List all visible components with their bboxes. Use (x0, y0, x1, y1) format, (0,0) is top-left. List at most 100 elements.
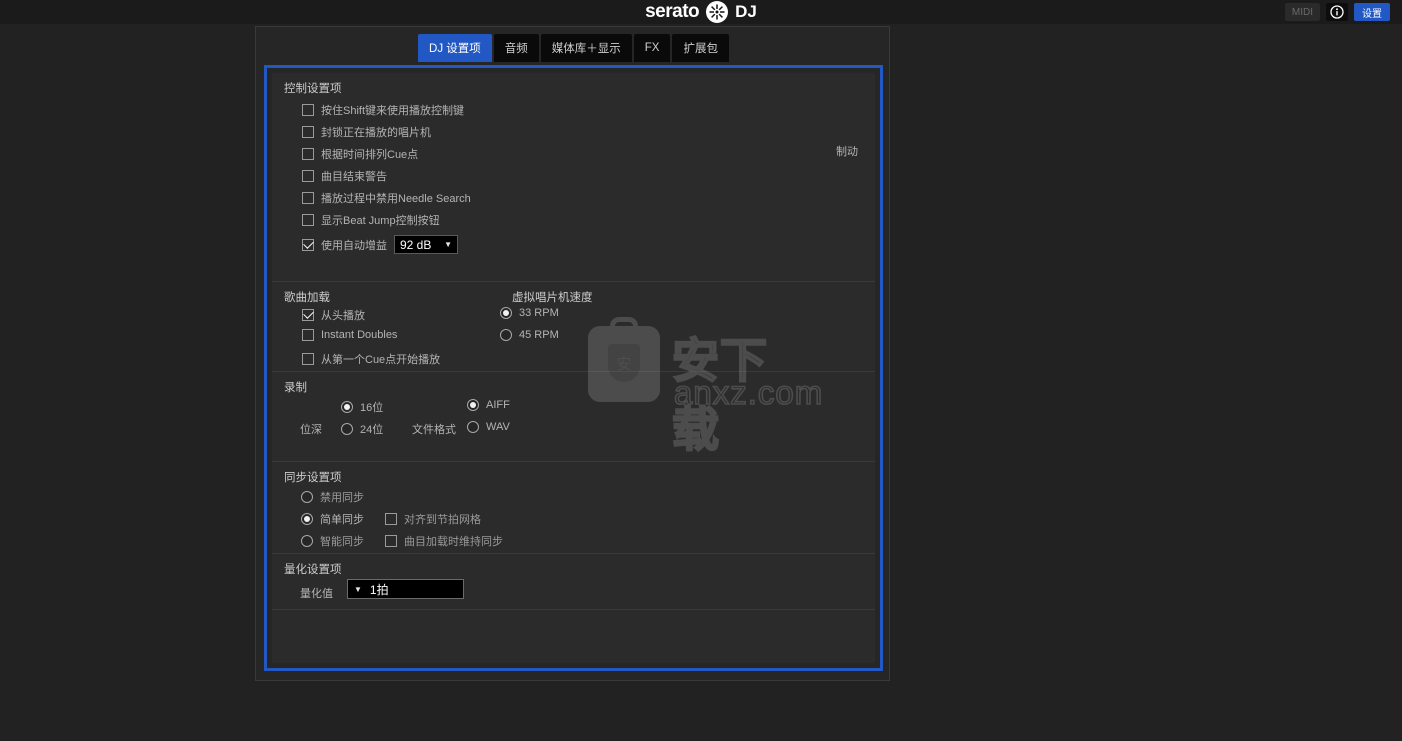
radio-label: WAV (486, 421, 510, 433)
radio-circle[interactable] (301, 491, 313, 503)
logo-serato-text: serato (645, 1, 700, 22)
checkbox-label: 对齐到节拍网格 (404, 514, 481, 526)
bit-depth-label: 位深 (300, 424, 322, 436)
tab-expansion-packs[interactable]: 扩展包 (672, 34, 729, 62)
radio-bitdepth-24[interactable]: 24位 (341, 421, 383, 437)
radio-label: 简单同步 (320, 514, 364, 526)
radio-circle[interactable] (500, 307, 512, 319)
checkbox-box[interactable] (385, 513, 397, 525)
radio-format-wav[interactable]: WAV (467, 421, 510, 433)
settings-scroll-area: 控制设置项 按住Shift键来使用播放控制键 封锁正在播放的唱片机 根据时间排列… (272, 73, 875, 663)
tab-fx[interactable]: FX (633, 34, 671, 62)
settings-dialog: DJ 设置项 音频 媒体库＋显示 FX 扩展包 控制设置项 按住Shift键来使… (255, 26, 890, 681)
radio-label: 24位 (360, 424, 384, 436)
radio-bitdepth-16[interactable]: 16位 (341, 399, 383, 415)
radio-label: AIFF (486, 399, 510, 411)
checkbox-label: 封锁正在播放的唱片机 (321, 127, 431, 139)
checkbox-maintain-sync-on-load[interactable]: 曲目加载时维持同步 (385, 533, 503, 549)
checkbox-box[interactable] (302, 104, 314, 116)
checkbox-box[interactable] (302, 353, 314, 365)
top-right-controls: MIDI 设置 (1284, 3, 1390, 21)
radio-circle[interactable] (301, 513, 313, 525)
radio-circle[interactable] (341, 423, 353, 435)
section-recording: 录制 位深 16位 24位 文件格式 AIFF WAV (272, 372, 875, 462)
radio-sync-off[interactable]: 禁用同步 (301, 489, 364, 505)
logo-dj-text: DJ (735, 2, 757, 21)
settings-content-frame: 控制设置项 按住Shift键来使用播放控制键 封锁正在播放的唱片机 根据时间排列… (264, 65, 883, 671)
checkbox-box[interactable] (302, 329, 314, 341)
file-format-label: 文件格式 (412, 424, 456, 436)
checkbox-label: 显示Beat Jump控制按钮 (321, 215, 440, 227)
section-empty-filler (272, 610, 875, 663)
app-root: serato DJ MIDI 设置 DJ 设置项 音频 媒体库＋显示 FX 扩展… (0, 0, 1402, 741)
checkbox-play-from-first-cue[interactable]: 从第一个Cue点开始播放 (302, 351, 440, 367)
section-sync-settings: 同步设置项 禁用同步 简单同步 智能同步 对齐到节拍网格 曲目加载时维持同步 (272, 462, 875, 554)
checkbox-show-beat-jump-controls[interactable]: 显示Beat Jump控制按钮 (302, 212, 440, 228)
radio-circle[interactable] (467, 399, 479, 411)
section-platter-speed-title: 虚拟唱片机速度 (512, 292, 593, 304)
section-quantize-title: 量化设置项 (284, 564, 342, 576)
radio-45-rpm[interactable]: 45 RPM (500, 329, 559, 341)
radio-circle[interactable] (467, 421, 479, 433)
checkbox-instant-doubles[interactable]: Instant Doubles (302, 329, 397, 341)
checkbox-box[interactable] (302, 170, 314, 182)
tab-bar: DJ 设置项 音频 媒体库＋显示 FX 扩展包 (256, 34, 891, 66)
radio-label: 禁用同步 (320, 492, 364, 504)
section-song-load-title: 歌曲加载 (284, 292, 330, 304)
auto-gain-value: 92 dB (400, 237, 432, 252)
checkbox-shift-playback[interactable]: 按住Shift键来使用播放控制键 (302, 102, 464, 118)
checkbox-lock-playing-deck[interactable]: 封锁正在播放的唱片机 (302, 124, 431, 140)
checkbox-label: 曲目结束警告 (321, 171, 387, 183)
tab-library-display[interactable]: 媒体库＋显示 (540, 34, 632, 62)
checkbox-label: 从头播放 (321, 310, 365, 322)
checkbox-label: 从第一个Cue点开始播放 (321, 354, 441, 366)
checkbox-snap-to-beatgrid[interactable]: 对齐到节拍网格 (385, 511, 481, 527)
checkbox-label: 根据时间排列Cue点 (321, 149, 419, 161)
quantize-value: 1拍 (369, 582, 389, 597)
checkbox-box[interactable] (302, 192, 314, 204)
midi-button[interactable]: MIDI (1284, 3, 1320, 21)
checkbox-box[interactable] (302, 214, 314, 226)
checkbox-disable-needle-search[interactable]: 播放过程中禁用Needle Search (302, 190, 471, 206)
section-control-settings: 控制设置项 按住Shift键来使用播放控制键 封锁正在播放的唱片机 根据时间排列… (272, 73, 875, 282)
section-sync-title: 同步设置项 (284, 472, 342, 484)
info-icon[interactable] (1326, 3, 1348, 21)
checkbox-box[interactable] (302, 238, 314, 251)
tab-audio[interactable]: 音频 (493, 34, 539, 62)
radio-label: 45 RPM (519, 329, 559, 341)
radio-circle[interactable] (301, 535, 313, 547)
section-quantize-settings: 量化设置项 量化值 ▼ 1拍 (272, 554, 875, 610)
radio-sync-smart[interactable]: 智能同步 (301, 533, 364, 549)
checkbox-play-from-start[interactable]: 从头播放 (302, 307, 365, 323)
radio-circle[interactable] (500, 329, 512, 341)
checkbox-label: 按住Shift键来使用播放控制键 (321, 105, 465, 117)
radio-label: 智能同步 (320, 536, 364, 548)
section-recording-title: 录制 (284, 382, 307, 394)
checkbox-use-auto-gain[interactable]: 使用自动增益 92 dB ▼ (302, 235, 458, 254)
serato-burst-icon (706, 1, 729, 23)
checkbox-box[interactable] (302, 126, 314, 138)
checkbox-track-end-warning[interactable]: 曲目结束警告 (302, 168, 387, 184)
radio-33-rpm[interactable]: 33 RPM (500, 307, 559, 319)
tab-dj-settings[interactable]: DJ 设置项 (418, 34, 492, 62)
checkbox-box[interactable] (302, 148, 314, 160)
radio-format-aiff[interactable]: AIFF (467, 399, 510, 411)
auto-gain-dropdown[interactable]: 92 dB ▼ (394, 235, 458, 254)
checkbox-label: 曲目加载时维持同步 (404, 536, 503, 548)
setup-button[interactable]: 设置 (1354, 3, 1390, 21)
radio-label: 33 RPM (519, 307, 559, 319)
top-bar: serato DJ MIDI 设置 (0, 0, 1402, 24)
section-song-load: 歌曲加载 虚拟唱片机速度 从头播放 Instant Doubles 从第一个Cu… (272, 282, 875, 372)
checkbox-box[interactable] (385, 535, 397, 547)
chevron-down-icon: ▼ (354, 584, 362, 594)
radio-sync-simple[interactable]: 简单同步 (301, 511, 364, 527)
checkbox-label: Instant Doubles (321, 329, 398, 341)
chevron-down-icon: ▼ (444, 240, 452, 249)
brake-label: 制动 (836, 146, 858, 158)
checkbox-sort-cues-chronologically[interactable]: 根据时间排列Cue点 (302, 146, 418, 162)
quantize-value-label: 量化值 (300, 588, 333, 600)
checkbox-box[interactable] (302, 309, 314, 321)
radio-circle[interactable] (341, 401, 353, 413)
checkbox-label: 使用自动增益 (321, 239, 387, 252)
quantize-value-dropdown[interactable]: ▼ 1拍 (347, 579, 464, 599)
